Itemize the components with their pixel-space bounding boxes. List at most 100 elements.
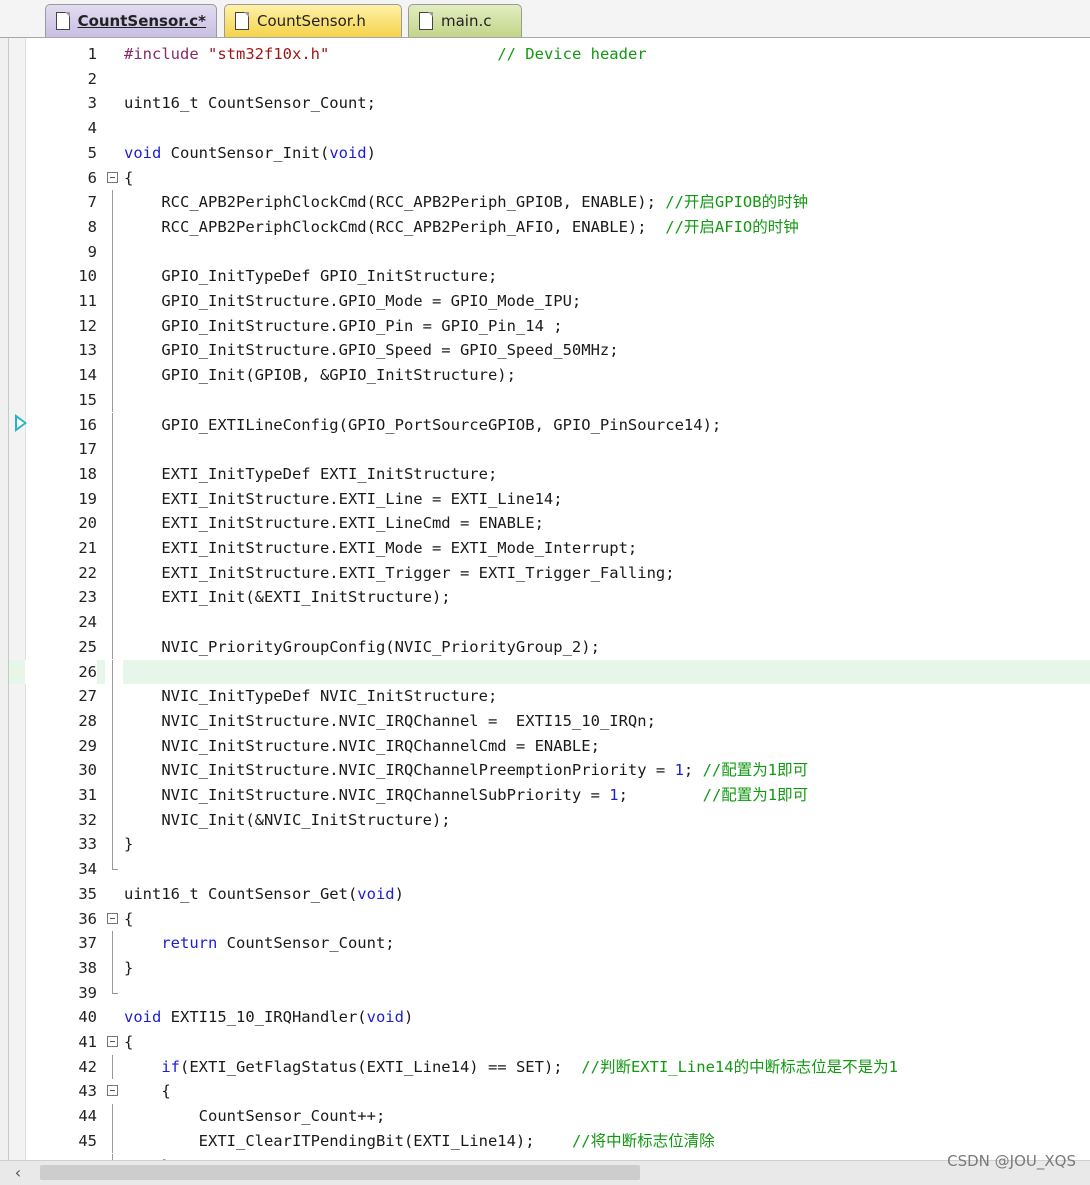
code-text: { [124, 907, 133, 932]
code-line[interactable]: 5 void CountSensor_Init(void) [9, 141, 1090, 166]
code-line[interactable]: 8 RCC_APB2PeriphClockCmd(RCC_APB2Periph_… [9, 214, 1090, 240]
code-line[interactable]: 18 EXTI_InitTypeDef EXTI_InitStructure; [9, 461, 1090, 487]
code-text: GPIO_EXTILineConfig(GPIO_PortSourceGPIOB… [124, 413, 721, 438]
line-number: 15 [78, 390, 97, 409]
line-number: 11 [78, 292, 97, 310]
code-line[interactable]: 14 GPIO_Init(GPIOB, &GPIO_InitStructure)… [9, 363, 1090, 388]
code-line[interactable]: 19 EXTI_InitStructure.EXTI_Line = EXTI_L… [9, 486, 1090, 512]
code-token: 1 [674, 761, 684, 780]
code-line[interactable]: 4 [9, 116, 1090, 141]
code-line[interactable]: 17 [9, 437, 1090, 462]
fold-guide [105, 387, 123, 413]
fold-toggle-icon[interactable] [105, 1030, 123, 1055]
code-line[interactable]: 11 GPIO_InitStructure.GPIO_Mode = GPIO_M… [9, 289, 1090, 314]
code-comment: //开启GPIOB的时钟 [665, 193, 809, 212]
fold-guide [105, 807, 123, 833]
code-line[interactable]: 1 #include "stm32f10x.h" // Device header [9, 42, 1090, 67]
code-line[interactable]: 22 EXTI_InitStructure.EXTI_Trigger = EXT… [9, 560, 1090, 586]
code-text: NVIC_PriorityGroupConfig(NVIC_PriorityGr… [124, 635, 600, 660]
line-number: 20 [78, 514, 97, 533]
code-line[interactable]: 25 NVIC_PriorityGroupConfig(NVIC_Priorit… [9, 634, 1090, 660]
code-text: { [124, 166, 133, 191]
code-line[interactable]: 6{ [9, 166, 1090, 191]
horizontal-scrollbar[interactable]: ‹ [0, 1160, 1090, 1185]
tab-countsensor-c[interactable]: CountSensor.c* [45, 4, 217, 37]
code-line[interactable]: 20 EXTI_InitStructure.EXTI_LineCmd = ENA… [9, 511, 1090, 536]
code-line[interactable]: 37 return CountSensor_Count; [9, 931, 1090, 956]
code-line[interactable]: 45 EXTI_ClearITPendingBit(EXTI_Line14); … [9, 1128, 1090, 1154]
code-line[interactable]: 16 GPIO_EXTILineConfig(GPIO_PortSourceGP… [9, 412, 1090, 438]
code-token: ; [683, 761, 703, 780]
code-line[interactable]: 35 uint16_t CountSensor_Get(void) [9, 882, 1090, 907]
fold-toggle-icon[interactable] [105, 166, 123, 191]
code-line[interactable]: 12 GPIO_InitStructure.GPIO_Pin = GPIO_Pi… [9, 313, 1090, 339]
line-number: 30 [78, 761, 97, 780]
code-line[interactable]: 7 RCC_APB2PeriphClockCmd(RCC_APB2Periph_… [9, 190, 1090, 215]
code-token: CountSensor_Count; [217, 934, 395, 953]
fold-guide [105, 91, 123, 116]
code-text: GPIO_InitTypeDef GPIO_InitStructure; [124, 264, 497, 289]
code-line[interactable]: 32 NVIC_Init(&NVIC_InitStructure); [9, 807, 1090, 833]
code-line[interactable]: 40 void EXTI15_10_IRQHandler(void) [9, 1005, 1090, 1030]
code-text: uint16_t CountSensor_Get(void) [124, 882, 404, 907]
code-line[interactable]: 28 NVIC_InitStructure.NVIC_IRQChannel = … [9, 708, 1090, 734]
scroll-thumb[interactable] [40, 1165, 640, 1180]
code-line[interactable]: 36 { [9, 907, 1090, 932]
fold-toggle-icon[interactable] [105, 1079, 123, 1104]
code-token: NVIC_PriorityGroupConfig(NVIC_PriorityGr… [124, 637, 600, 656]
code-token: { [124, 909, 134, 928]
code-token: } [124, 835, 134, 854]
fold-guide [105, 1005, 123, 1030]
tab-main-c[interactable]: main.c [408, 4, 522, 37]
code-line[interactable]: 39 [9, 980, 1090, 1006]
code-token: void [357, 884, 395, 903]
line-number: 21 [78, 539, 97, 557]
code-token: CountSensor_Count++; [124, 1107, 386, 1126]
code-line[interactable]: 29 NVIC_InitStructure.NVIC_IRQChannelCmd… [9, 733, 1090, 759]
fold-guide [105, 733, 123, 759]
tab-countsensor-h[interactable]: CountSensor.h [224, 4, 402, 37]
fold-guide [105, 1054, 123, 1080]
code-line[interactable]: 27 NVIC_InitTypeDef NVIC_InitStructure; [9, 684, 1090, 709]
code-line[interactable]: 24 [9, 610, 1090, 635]
code-token: if [161, 1057, 180, 1076]
code-line[interactable]: 10 GPIO_InitTypeDef GPIO_InitStructure; [9, 264, 1090, 289]
code-line[interactable]: 23 EXTI_Init(&EXTI_InitStructure); [9, 585, 1090, 610]
code-line[interactable]: 26 [9, 659, 1090, 685]
code-line[interactable]: 21 EXTI_InitStructure.EXTI_Mode = EXTI_M… [9, 536, 1090, 561]
fold-guide [105, 955, 123, 981]
code-token: GPIO_Init(GPIOB, &GPIO_InitStructure); [124, 366, 516, 385]
fold-guide [105, 1104, 123, 1129]
code-line[interactable]: 43 { [9, 1079, 1090, 1104]
code-line[interactable]: 31 NVIC_InitStructure.NVIC_IRQChannelSub… [9, 783, 1090, 808]
code-line[interactable]: 34 [9, 857, 1090, 882]
fold-toggle-icon[interactable] [105, 907, 123, 932]
fold-guide [105, 42, 123, 67]
code-line[interactable]: 2 [9, 67, 1090, 92]
code-token: EXTI_ClearITPendingBit(EXTI_Line14); [124, 1131, 572, 1150]
code-line[interactable]: 44 CountSensor_Count++; [9, 1104, 1090, 1129]
line-number: 25 [78, 637, 97, 656]
fold-guide [105, 684, 123, 709]
line-number: 2 [87, 69, 97, 88]
code-comment: //开启AFIO的时钟 [665, 217, 799, 236]
code-editor[interactable]: 1 #include "stm32f10x.h" // Device header… [8, 38, 1090, 1160]
code-line[interactable]: 30 NVIC_InitStructure.NVIC_IRQChannelPre… [9, 758, 1090, 783]
code-line[interactable]: 3 uint16_t CountSensor_Count; [9, 91, 1090, 116]
code-token: EXTI_InitTypeDef EXTI_InitStructure; [124, 464, 498, 483]
code-token: EXTI_Init(&EXTI_InitStructure); [124, 588, 451, 607]
code-token: void [124, 1008, 162, 1027]
code-line[interactable]: 33} [9, 832, 1090, 857]
code-token: (EXTI_GetFlagStatus(EXTI_Line14) == SET)… [180, 1057, 582, 1076]
code-line[interactable]: 15 [9, 387, 1090, 413]
code-line[interactable]: 9 [9, 239, 1090, 265]
code-text: GPIO_InitStructure.GPIO_Pin = GPIO_Pin_1… [124, 314, 562, 339]
code-line[interactable]: 38} [9, 955, 1090, 981]
code-line[interactable]: 41 { [9, 1030, 1090, 1055]
scroll-left-arrow-icon[interactable]: ‹ [8, 1161, 28, 1185]
code-line[interactable]: 42 if(EXTI_GetFlagStatus(EXTI_Line14) ==… [9, 1054, 1090, 1080]
line-number: 44 [78, 1107, 97, 1126]
code-line[interactable]: 13 GPIO_InitStructure.GPIO_Speed = GPIO_… [9, 338, 1090, 363]
